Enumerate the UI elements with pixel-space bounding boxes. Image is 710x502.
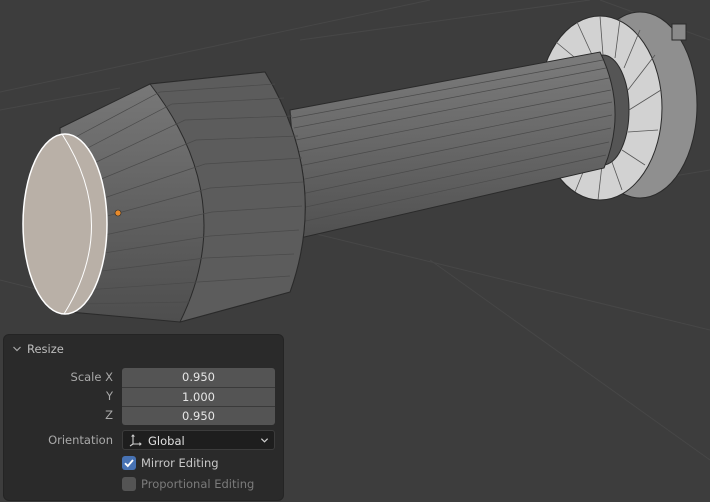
scale-y-row: Y 1.000 xyxy=(4,387,283,406)
scale-x-label: Scale X xyxy=(70,370,113,384)
proportional-editing-label[interactable]: Proportional Editing xyxy=(141,477,254,491)
mesh-bulb xyxy=(22,71,306,323)
selected-end-face xyxy=(22,133,108,315)
scale-x-row: Scale X 0.950 xyxy=(4,368,283,387)
scale-x-field[interactable]: 0.950 xyxy=(122,368,275,387)
orientation-row: Orientation Global xyxy=(4,430,283,450)
panel-header[interactable]: Resize xyxy=(12,341,64,357)
panel-title: Resize xyxy=(27,342,64,356)
scale-z-label: Z xyxy=(105,408,113,422)
mesh-shaft xyxy=(289,51,616,239)
selected-vertex[interactable] xyxy=(114,209,122,217)
scale-z-row: Z 0.950 xyxy=(4,406,283,425)
proportional-editing-checkbox[interactable] xyxy=(122,477,136,491)
orientation-label: Orientation xyxy=(48,433,113,447)
scale-z-field[interactable]: 0.950 xyxy=(122,406,275,425)
proportional-editing-row: Proportional Editing xyxy=(4,477,283,496)
mirror-editing-label[interactable]: Mirror Editing xyxy=(141,456,219,470)
chevron-down-icon[interactable] xyxy=(12,344,22,354)
mirror-editing-checkbox[interactable] xyxy=(122,456,136,470)
mirror-editing-row: Mirror Editing xyxy=(4,456,283,475)
chevron-down-icon xyxy=(260,438,269,443)
orientation-dropdown[interactable]: Global xyxy=(122,430,275,450)
orientation-value: Global xyxy=(148,434,185,448)
orientation-global-icon xyxy=(129,434,142,447)
redo-last-panel: Resize Scale X 0.950 Y 1.000 Z 0.950 Ori… xyxy=(4,335,283,500)
checkmark-icon xyxy=(124,459,134,468)
scale-y-field[interactable]: 1.000 xyxy=(122,387,275,406)
scale-y-label: Y xyxy=(105,389,113,403)
